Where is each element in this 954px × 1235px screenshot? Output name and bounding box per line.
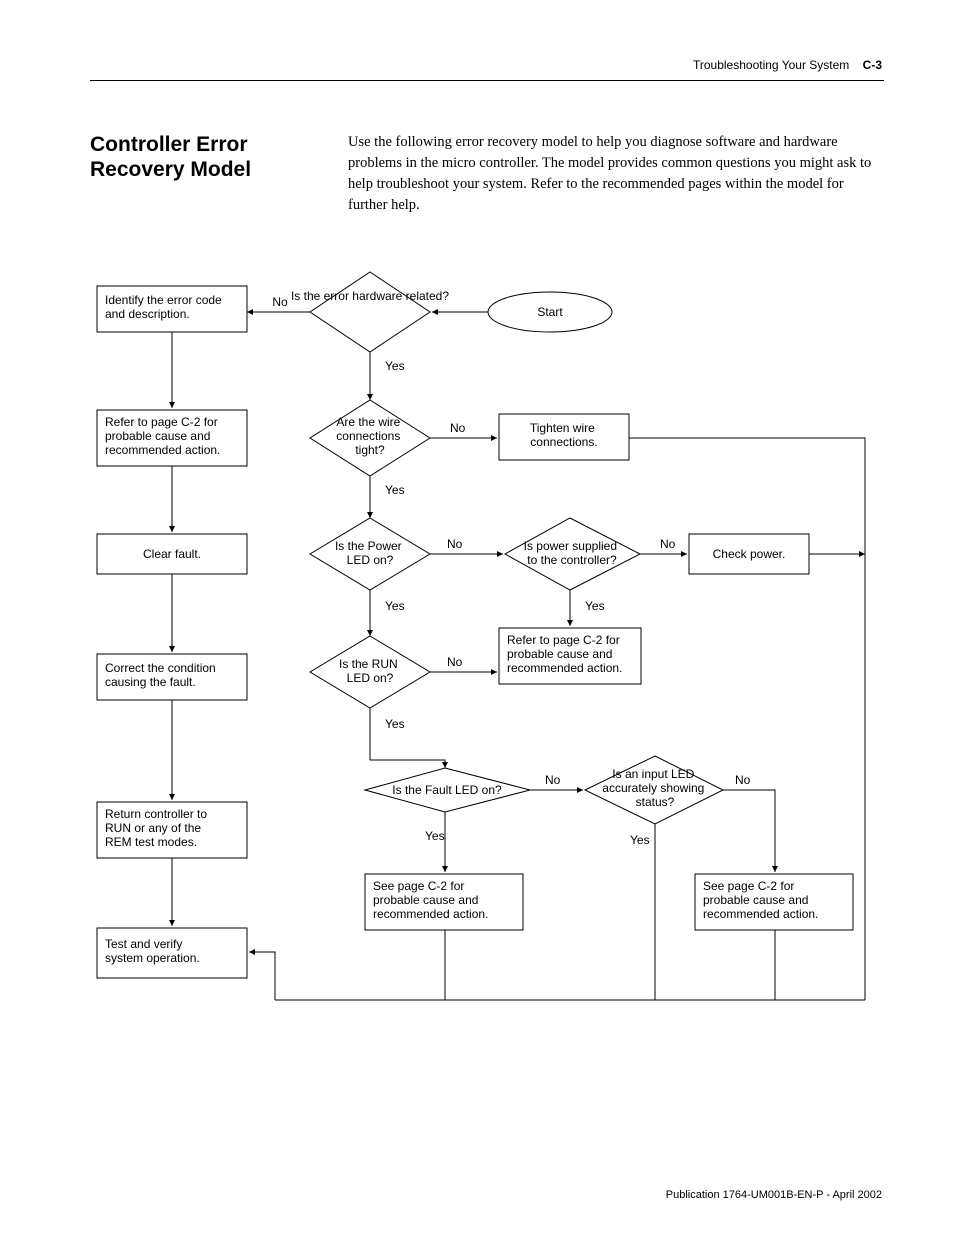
decision-input-led-text: Is an input LED accurately showing statu… <box>602 767 707 809</box>
decision-power-led-text: Is the Power LED on? <box>335 539 405 567</box>
decision-run-led-text: Is the RUN LED on? <box>339 657 401 685</box>
box-refer-left-text: Refer to page C-2 for probable cause and… <box>105 415 221 457</box>
label-no: No <box>735 773 751 787</box>
box-test-verify-text: Test and verify system operation. <box>105 937 200 965</box>
box-correct-condition-text: Correct the condition causing the fault. <box>105 661 219 689</box>
label-no: No <box>272 295 288 309</box>
decision-hw-text: Is the error hardware related? <box>291 289 449 303</box>
label-no: No <box>447 655 463 669</box>
label-yes: Yes <box>385 599 405 613</box>
box-tighten-text: Tighten wire connections. <box>530 421 598 449</box>
header-breadcrumb: Troubleshooting Your System <box>693 58 849 72</box>
label-yes: Yes <box>385 359 405 373</box>
header-pagenum: C-3 <box>863 58 882 72</box>
decision-wire-text: Are the wire connections tight? <box>336 415 403 457</box>
start-label: Start <box>537 305 563 319</box>
decision-power-supply-text: Is power supplied to the controller? <box>524 539 621 567</box>
label-yes: Yes <box>385 483 405 497</box>
label-yes: Yes <box>630 833 650 847</box>
page: Troubleshooting Your System C-3 Controll… <box>0 0 954 1235</box>
box-return-run-text: Return controller to RUN or any of the R… <box>105 807 210 849</box>
section-title: Controller Error Recovery Model <box>90 132 330 182</box>
header-rule <box>90 80 884 81</box>
label-no: No <box>545 773 561 787</box>
label-no: No <box>660 537 676 551</box>
flowchart: Start Is the error hardware related? No … <box>75 260 895 1040</box>
box-refer-mid-text: Refer to page C-2 for probable cause and… <box>507 633 623 675</box>
footer-publication: Publication 1764-UM001B-EN-P - April 200… <box>666 1189 882 1201</box>
intro-paragraph: Use the following error recovery model t… <box>348 132 882 216</box>
box-clear-fault-text: Clear fault. <box>143 547 201 561</box>
box-see-right-text: See page C-2 for probable cause and reco… <box>703 879 818 921</box>
box-check-power-text: Check power. <box>713 547 786 561</box>
label-yes: Yes <box>585 599 605 613</box>
decision-hw <box>310 272 430 352</box>
label-yes: Yes <box>385 717 405 731</box>
label-no: No <box>447 537 463 551</box>
label-no: No <box>450 421 466 435</box>
box-see-left-text: See page C-2 for probable cause and reco… <box>373 879 488 921</box>
running-header: Troubleshooting Your System C-3 <box>693 58 882 72</box>
label-yes: Yes <box>425 829 445 843</box>
box-identify-text: Identify the error code and description. <box>105 293 225 321</box>
decision-fault-led-text: Is the Fault LED on? <box>392 783 502 797</box>
